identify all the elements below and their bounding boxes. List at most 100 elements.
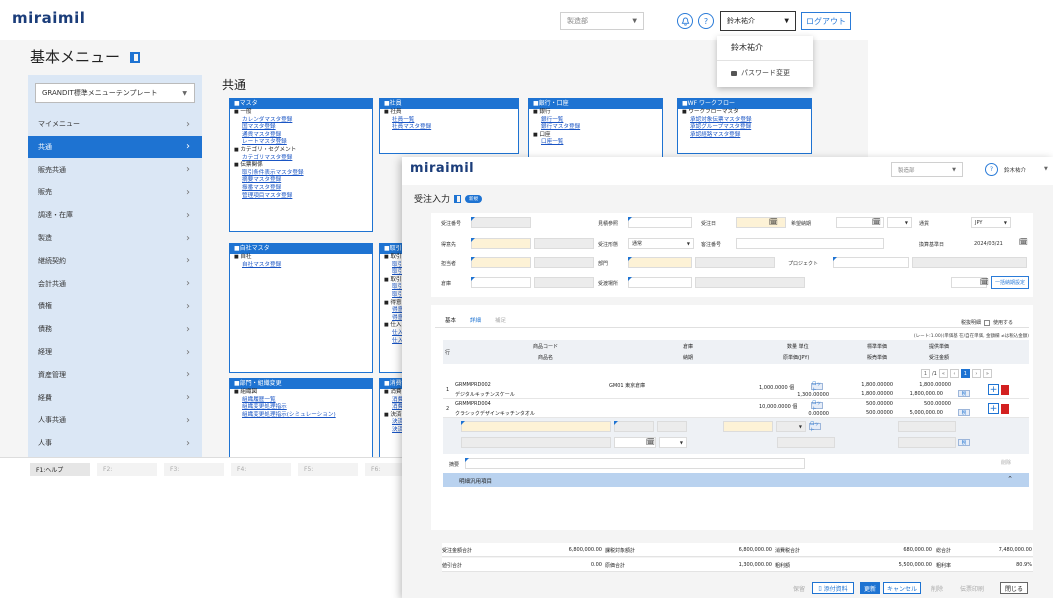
order-date-field[interactable]	[736, 217, 786, 228]
new-price-field[interactable]	[898, 421, 956, 432]
customer-no-field[interactable]	[736, 238, 884, 249]
tab-1[interactable]: 基本	[445, 316, 456, 324]
function-key-f2[interactable]: F2:	[97, 463, 157, 476]
new-unit-select[interactable]: ▼	[776, 421, 806, 432]
new-qty-field[interactable]	[723, 421, 773, 432]
department-field[interactable]	[628, 257, 692, 268]
page-1-button[interactable]: 1	[960, 369, 970, 378]
menu-link[interactable]: 管理項目マスタ登録	[230, 193, 372, 201]
bulk-date-button[interactable]: 一括納期設定	[991, 276, 1029, 289]
menu-link[interactable]: 銀行マスタ登録	[529, 124, 662, 132]
menu-link[interactable]: 摘要マスタ登録	[230, 177, 372, 185]
logout-button[interactable]: ログアウト	[801, 12, 851, 30]
sidebar-item[interactable]: 経理 ›	[28, 341, 202, 363]
calendar-icon[interactable]: 🗓	[646, 438, 655, 446]
password-change-item[interactable]: パスワード変更	[731, 68, 790, 78]
sidebar-item[interactable]: 調達・在庫 ›	[28, 204, 202, 226]
menu-link[interactable]: 承認グループマスタ登録	[678, 124, 811, 132]
sidebar-item[interactable]: 販売 ›	[28, 181, 202, 203]
menu-template-select[interactable]: GRANDIT標準メニューテンプレート ▼	[35, 83, 195, 103]
detail-items-bar[interactable]: 明細汎用項目 ⌃	[443, 473, 1029, 487]
user-select[interactable]: 鈴木祐介 ▼	[720, 11, 796, 31]
customer-code-field[interactable]	[471, 238, 531, 249]
trade-type-select[interactable]: 通常 ▼	[628, 238, 694, 249]
close-button[interactable]: 閉じる	[1000, 582, 1028, 594]
function-key-f5[interactable]: F5:	[298, 463, 358, 476]
menu-link[interactable]: 組織変更処理指示	[230, 404, 372, 412]
attach-button[interactable]: ▯ 添付資料	[812, 582, 854, 594]
menu-link[interactable]: 社員マスタ登録	[380, 124, 518, 132]
cancel-button[interactable]: キャンセル	[883, 582, 921, 594]
prev-page-icon[interactable]: ‹	[949, 369, 959, 378]
sidebar-item[interactable]: 人事共通 ›	[28, 409, 202, 431]
new-sale-field[interactable]	[898, 437, 956, 448]
department-select[interactable]: 製造部 ▼	[560, 12, 644, 30]
desired-time-select[interactable]: ▼	[887, 217, 912, 228]
add-row-icon[interactable]: +	[988, 384, 999, 395]
print-button[interactable]: 伝票印刷	[954, 582, 990, 594]
page-current[interactable]: 1	[921, 369, 930, 378]
memo-field[interactable]	[465, 458, 805, 469]
currency-select[interactable]: JPY ▼	[971, 217, 1011, 228]
chevron-down-icon[interactable]: ▼	[1044, 166, 1048, 172]
sidebar-item[interactable]: 資産管理 ›	[28, 364, 202, 386]
update-button[interactable]: 更新	[860, 582, 880, 594]
calendar-icon[interactable]: 🗓	[1019, 238, 1028, 246]
next-page-icon[interactable]: ›	[971, 369, 981, 378]
calendar-icon[interactable]: 🗓	[769, 218, 778, 226]
menu-link[interactable]: 国マスタ登録	[230, 124, 372, 132]
new-item-code-field[interactable]	[461, 421, 611, 432]
tax-badge[interactable]: 税	[958, 390, 970, 397]
book-icon[interactable]	[454, 194, 462, 203]
help-icon[interactable]: ?	[698, 13, 714, 29]
menu-link[interactable]: 振番マスタ登録	[230, 185, 372, 193]
function-key-f1[interactable]: F1:ヘルプ	[30, 463, 90, 476]
tab-3[interactable]: 補足	[495, 316, 506, 324]
function-key-f3[interactable]: F3:	[164, 463, 224, 476]
calendar-icon[interactable]: 🗓	[872, 218, 881, 226]
bell-icon[interactable]	[677, 13, 693, 29]
clear-button[interactable]: 削除	[1001, 459, 1011, 466]
new-item-name-field[interactable]	[461, 437, 611, 448]
last-page-icon[interactable]: »	[982, 369, 992, 378]
sidebar-item[interactable]: 製造 ›	[28, 227, 202, 249]
sidebar-item[interactable]: 共通 ›	[28, 135, 202, 158]
order-no-field[interactable]	[471, 217, 531, 228]
calendar-icon[interactable]: 🗓	[980, 278, 989, 286]
sidebar-item[interactable]: 人事 ›	[28, 432, 202, 454]
delivery-field[interactable]	[628, 277, 692, 288]
sidebar-item[interactable]: 債権 ›	[28, 295, 202, 317]
sidebar-item[interactable]: 会計共通 ›	[28, 273, 202, 295]
sidebar-item[interactable]: 継続契約 ›	[28, 250, 202, 272]
function-key-f4[interactable]: F4:	[231, 463, 291, 476]
new-cost-field[interactable]	[777, 437, 835, 448]
use-checkbox[interactable]	[984, 319, 991, 326]
first-page-icon[interactable]: «	[938, 369, 948, 378]
sidebar-item[interactable]: 販売共通 ›	[28, 159, 202, 181]
help-icon[interactable]: ?	[985, 163, 998, 176]
app-logo[interactable]: miraimil	[12, 9, 85, 27]
tax-badge[interactable]: 税	[958, 409, 970, 416]
menu-link[interactable]: 口座一覧	[529, 139, 662, 147]
tax-badge[interactable]: 税	[958, 439, 970, 446]
quote-ref-field[interactable]	[628, 217, 692, 228]
lot-badge[interactable]: ロット	[809, 422, 821, 433]
lot-badge[interactable]: ロット	[811, 382, 823, 393]
new-due-time-select[interactable]: ▼	[659, 437, 687, 448]
warehouse-field[interactable]	[471, 277, 531, 288]
new-warehouse-field[interactable]	[614, 421, 654, 432]
user-name[interactable]: 鈴木祐介	[1004, 166, 1026, 174]
hold-button[interactable]: 保留	[790, 582, 808, 594]
trash-icon[interactable]	[1001, 385, 1009, 395]
app-logo[interactable]: miraimil	[410, 161, 474, 176]
book-icon[interactable]	[129, 52, 140, 63]
trash-icon[interactable]	[1001, 404, 1009, 414]
sidebar-item[interactable]: 経費 ›	[28, 387, 202, 409]
add-row-icon[interactable]: +	[988, 403, 999, 414]
delete-button[interactable]: 削除	[926, 582, 948, 594]
menu-link[interactable]: 組織変更処理指示(シミュレーション)	[230, 412, 372, 420]
menu-link[interactable]: レートマスタ登録	[230, 139, 372, 147]
menu-link[interactable]: 自社マスタ登録	[230, 262, 372, 270]
menu-link[interactable]: 承認経路マスタ登録	[678, 132, 811, 140]
lot-badge[interactable]: ロット	[811, 401, 823, 412]
